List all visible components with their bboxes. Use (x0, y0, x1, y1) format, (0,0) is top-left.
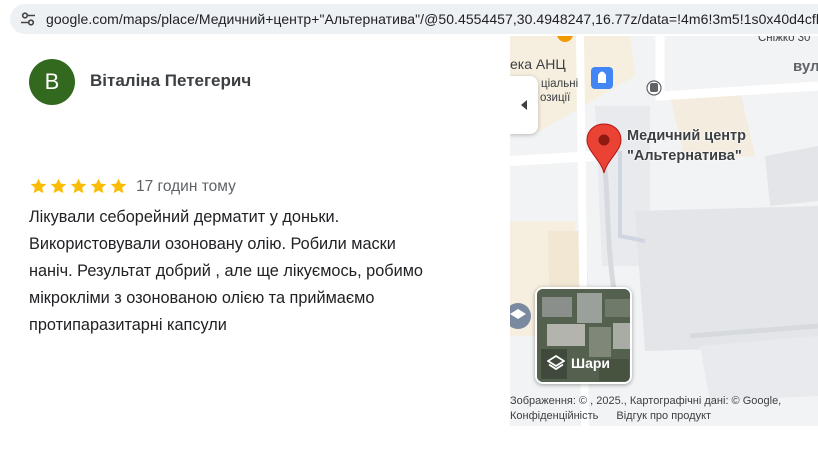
map-label: Сніжко 30 (758, 36, 811, 44)
street-label: вул (793, 58, 818, 75)
layers-icon (547, 354, 565, 371)
review-text: Лікували себорейний дерматит у доньки. В… (29, 208, 423, 334)
map-attribution: Зображення: © , 2025., Картографічні дан… (510, 394, 818, 424)
map-label: ека АНЦ (510, 56, 566, 72)
review-time: 17 годин тому (136, 178, 236, 195)
star-rating (29, 177, 128, 196)
map-view[interactable]: Сніжко 30 ека АНЦ ціальні озиції вул Мед… (510, 36, 818, 426)
attribution-text: Зображення: © , 2025., Картографічні дан… (510, 395, 782, 407)
place-name-line2: "Альтернатива" (627, 148, 742, 164)
url-text[interactable]: google.com/maps/place/Медичний+центр+"Ал… (46, 11, 818, 27)
collapse-panel-button[interactable] (510, 76, 538, 134)
reviewer-name[interactable]: Віталіна Петегерич (90, 71, 251, 91)
site-settings-icon[interactable] (20, 11, 36, 27)
feedback-link[interactable]: Відгук про продукт (616, 409, 711, 424)
chevron-left-icon (521, 100, 527, 110)
place-label[interactable]: Медичний центр "Альтернатива" (627, 126, 746, 166)
star-icon (50, 178, 67, 194)
map-label: ціальні (541, 78, 579, 90)
star-icon (70, 178, 87, 194)
review-panel: В Віталіна Петегерич 17 годин тому Лікув… (0, 36, 510, 461)
star-icon (110, 178, 127, 194)
place-name-line1: Медичний центр (627, 128, 746, 144)
avatar[interactable]: В (29, 59, 75, 105)
star-icon (90, 178, 107, 194)
privacy-link[interactable]: Конфіденційність (510, 409, 598, 424)
star-icon (30, 178, 47, 194)
layers-button[interactable]: Шари (535, 287, 632, 384)
address-bar[interactable]: google.com/maps/place/Медичний+центр+"Ал… (10, 4, 818, 34)
layers-label-wrap: Шари (547, 354, 610, 372)
map-label: озиції (540, 92, 571, 104)
layers-label: Шари (571, 355, 611, 371)
